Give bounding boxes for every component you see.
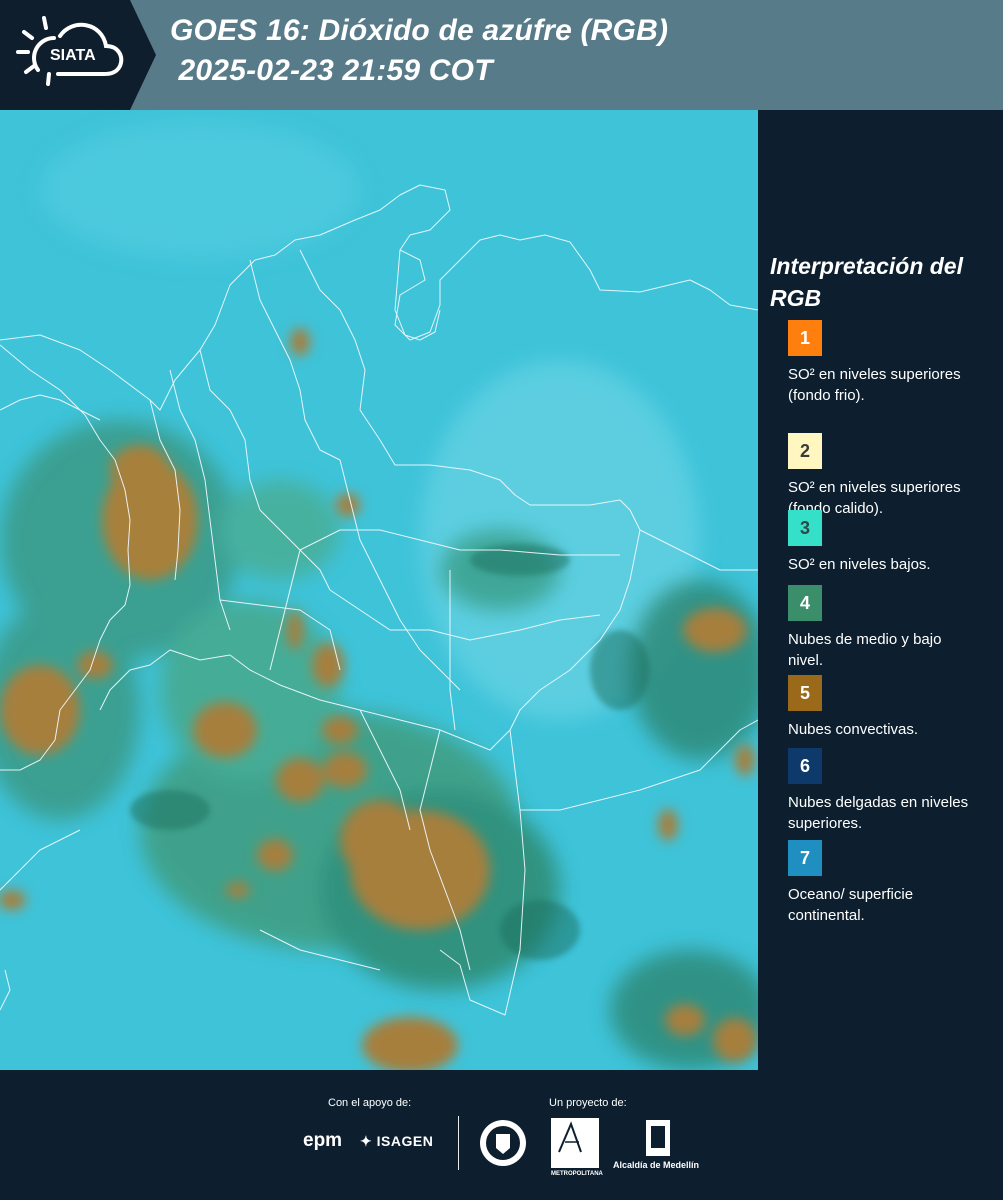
legend-item-label: Nubes convectivas. <box>788 721 919 738</box>
alcaldia-shield-icon <box>646 1120 670 1156</box>
legend-swatch: 1 <box>788 320 822 356</box>
medellin-seal-icon <box>480 1120 526 1166</box>
legend-item: 2 SO² en niveles superiores (fondo calido… <box>788 433 988 519</box>
isagen-logo: ✦ ISAGEN <box>360 1133 433 1150</box>
footer-divider <box>458 1116 459 1170</box>
legend-swatch: 4 <box>788 585 822 621</box>
support-label: Con el apoyo de: <box>328 1097 412 1109</box>
page-timestamp: 2025-02-23 21:59 COT <box>170 54 493 87</box>
siata-logo-block: SIATA <box>0 0 130 110</box>
epm-logo: epm <box>303 1130 343 1151</box>
legend-swatch: 6 <box>788 748 822 784</box>
metropolitana-text: METROPOLITANA <box>551 1171 603 1177</box>
legend-item: 1 SO² en niveles superiores (fondo frio). <box>788 320 988 406</box>
project-label: Un proyecto de: <box>549 1097 627 1109</box>
header: SIATA GOES 16: Dióxido de azúfre (RGB) 2… <box>0 0 1003 110</box>
legend-item: 4 Nubes de medio y bajo nivel. <box>788 585 988 671</box>
legend-item-label: SO² en niveles bajos. <box>788 556 931 573</box>
legend-swatch: 3 <box>788 510 822 546</box>
metropolitana-logo-icon <box>551 1118 599 1168</box>
legend-panel: Interpretación del RGB 1 SO² en niveles s… <box>770 250 995 924</box>
legend-item: 7 Oceano/ superficie continental. <box>788 840 988 926</box>
siata-logo-icon: SIATA <box>16 16 124 86</box>
satellite-map[interactable] <box>0 110 758 1070</box>
legend-item-label: Nubes delgadas en niveles superiores. <box>788 794 969 832</box>
alcaldia-text: Alcaldía de Medellín <box>613 1160 700 1170</box>
satellite-map-image <box>0 110 758 1070</box>
siata-logo-text: SIATA <box>50 47 96 64</box>
page-title: GOES 16: Dióxido de azúfre (RGB) <box>170 14 669 47</box>
legend-swatch: 7 <box>788 840 822 876</box>
legend-title: Interpretación del RGB <box>770 253 963 311</box>
legend-swatch: 2 <box>788 433 822 469</box>
legend-swatch: 5 <box>788 675 822 711</box>
legend-item-label: Nubes de medio y bajo nivel. <box>788 631 942 669</box>
legend-item: 5 Nubes convectivas. <box>788 675 988 740</box>
legend-item: 6 Nubes delgadas en niveles superiores. <box>788 748 988 834</box>
isagen-star-icon: ✦ <box>360 1133 373 1149</box>
legend-item: 3 SO² en niveles bajos. <box>788 510 988 575</box>
legend-item-label: SO² en niveles superiores (fondo frio). <box>788 366 961 404</box>
legend-item-label: Oceano/ superficie continental. <box>788 886 914 924</box>
logo-arrow <box>130 0 156 110</box>
footer: Con el apoyo de: Un proyecto de: epm ✦ I… <box>0 1070 1003 1200</box>
isagen-logo-text: ISAGEN <box>376 1133 434 1149</box>
